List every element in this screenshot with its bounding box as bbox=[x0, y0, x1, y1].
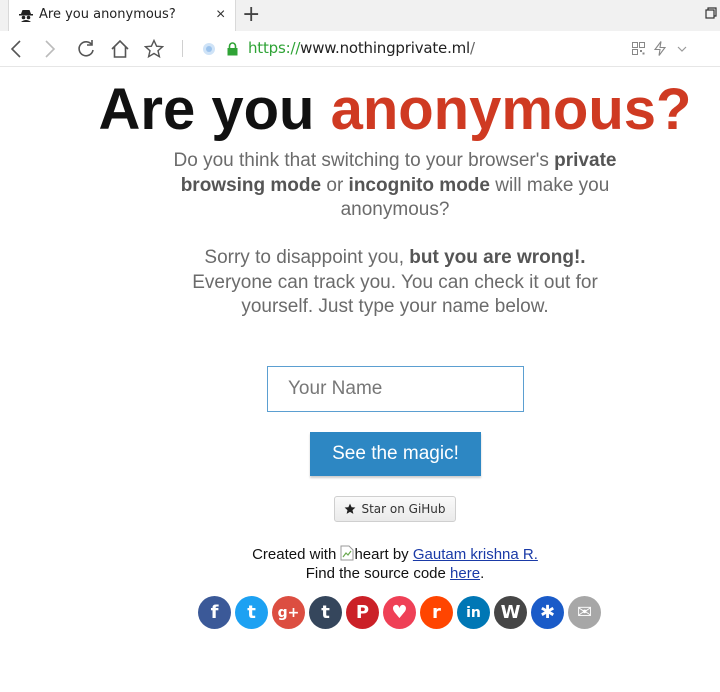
star-on-github-button[interactable]: Star on GiHub bbox=[334, 496, 456, 522]
chevron-down-icon bbox=[677, 46, 687, 52]
reddit-icon[interactable]: r bbox=[420, 596, 453, 629]
twitter-icon[interactable]: t bbox=[235, 596, 268, 629]
intro-text-1: Do you think that switching to your brow… bbox=[173, 150, 555, 171]
intro-paragraph: Do you think that switching to your brow… bbox=[170, 149, 620, 223]
qr-code-button[interactable] bbox=[630, 31, 646, 66]
name-input[interactable] bbox=[267, 366, 524, 412]
tab-title: Are you anonymous? bbox=[39, 7, 176, 22]
shield-icon bbox=[203, 42, 215, 55]
warning-bold: but you are wrong!. bbox=[409, 247, 586, 268]
source-line: Find the source code here. bbox=[0, 564, 720, 583]
dropdown-button[interactable] bbox=[675, 31, 689, 66]
see-the-magic-button[interactable]: See the magic! bbox=[310, 432, 481, 476]
url-path: / bbox=[470, 39, 475, 57]
qr-code-icon bbox=[631, 42, 645, 55]
intro-bold-2: incognito mode bbox=[348, 174, 490, 196]
back-button[interactable] bbox=[6, 31, 26, 66]
google-plus-icon[interactable]: g+ bbox=[272, 596, 305, 629]
window-restore-icon[interactable] bbox=[705, 7, 717, 19]
pinterest-icon[interactable]: P bbox=[346, 596, 379, 629]
intro-text-2: or bbox=[321, 174, 349, 196]
pin-icon[interactable]: ✱ bbox=[531, 596, 564, 629]
padlock-icon bbox=[227, 41, 237, 55]
wordpress-icon[interactable]: W bbox=[494, 596, 527, 629]
spy-favicon-icon bbox=[19, 10, 33, 22]
lock-icon[interactable] bbox=[225, 31, 239, 66]
browser-toolbar: https://www.nothingprivate.ml/ bbox=[0, 31, 720, 67]
heart-alt-text: heart bbox=[354, 546, 389, 563]
find-source-text: Find the source code bbox=[305, 565, 451, 582]
lightning-button[interactable] bbox=[652, 31, 668, 66]
star-icon bbox=[345, 503, 356, 514]
pocket-icon[interactable]: ♥ bbox=[383, 596, 416, 629]
forward-arrow-icon bbox=[45, 39, 56, 58]
tumblr-icon[interactable]: t bbox=[309, 596, 342, 629]
title-part-1: Are you bbox=[98, 77, 331, 142]
url-scheme: https:// bbox=[248, 39, 301, 57]
bookmark-button[interactable] bbox=[143, 31, 165, 66]
url-host: www.nothingprivate.ml bbox=[300, 39, 471, 57]
tab-close-icon[interactable]: × bbox=[216, 6, 225, 24]
credits-line: Created with heart by Gautam krishna R. bbox=[0, 545, 720, 566]
author-link[interactable]: Gautam krishna R. bbox=[413, 546, 538, 563]
forward-button[interactable] bbox=[40, 31, 60, 66]
period-text: . bbox=[480, 565, 485, 582]
title-part-2: anonymous? bbox=[330, 77, 692, 142]
warning-paragraph: Sorry to disappoint you, but you are wro… bbox=[170, 246, 620, 320]
page-content: Are you anonymous? Do you think that swi… bbox=[0, 67, 720, 692]
source-code-link[interactable]: here bbox=[450, 565, 480, 582]
by-text: by bbox=[388, 546, 413, 563]
star-icon bbox=[144, 38, 164, 58]
new-tab-button[interactable]: + bbox=[242, 3, 260, 27]
page-title: Are you anonymous? bbox=[0, 77, 720, 143]
address-bar[interactable]: https://www.nothingprivate.ml/ bbox=[248, 39, 475, 57]
warning-text-1: Sorry to disappoint you, bbox=[204, 247, 410, 268]
linkedin-icon[interactable]: in bbox=[457, 596, 490, 629]
email-icon[interactable]: ✉ bbox=[568, 596, 601, 629]
social-share-row: f t g+ t P ♥ r in W ✱ ✉ bbox=[198, 596, 601, 629]
reload-button[interactable] bbox=[75, 31, 97, 66]
back-arrow-icon bbox=[10, 39, 21, 58]
home-icon bbox=[111, 39, 129, 58]
browser-tab[interactable]: Are you anonymous? × bbox=[8, 0, 236, 31]
warning-text-2: Everyone can track you. You can check it… bbox=[192, 271, 598, 318]
toolbar-separator bbox=[182, 40, 183, 57]
github-button-label: Star on GiHub bbox=[361, 502, 446, 516]
tab-bar: Are you anonymous? × + bbox=[0, 0, 720, 31]
heart-broken-image-icon bbox=[340, 545, 354, 566]
reload-icon bbox=[78, 39, 94, 57]
site-info-icon[interactable] bbox=[201, 31, 217, 66]
created-with-text: Created with bbox=[252, 546, 341, 563]
home-button[interactable] bbox=[109, 31, 131, 66]
lightning-icon bbox=[654, 41, 666, 56]
facebook-icon[interactable]: f bbox=[198, 596, 231, 629]
